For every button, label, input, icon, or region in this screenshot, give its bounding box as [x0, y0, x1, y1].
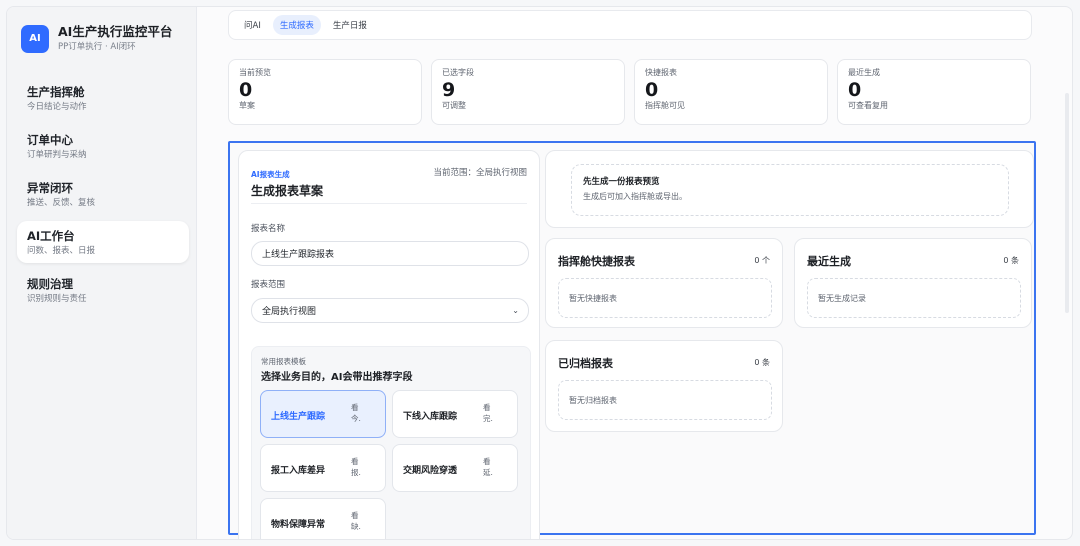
sidebar-item-orders[interactable]: 订单中心 订单研判与采纳	[17, 125, 189, 167]
preview-subtitle: 生成后可加入指挥舱或导出。	[583, 192, 687, 201]
sidebar-item-command-center[interactable]: 生产指挥舱 今日结论与动作	[17, 77, 189, 119]
report-range-select[interactable]: 全局执行视图 ⌄	[251, 298, 529, 323]
template-name: 物料保障异常	[271, 520, 326, 530]
recent-report-empty: 暂无生成记录	[807, 278, 1021, 318]
template-hint: 看今.	[351, 403, 361, 423]
brand: AI AI生产执行监控平台 PP订单执行 · AI闭环	[21, 24, 172, 53]
template-hint: 看完.	[483, 403, 493, 423]
main-content: 问AI 生成报表 生产日报 当前预览 0 草案 已选字段 9 可调整 快捷报表 …	[197, 7, 1072, 539]
template-material-exception[interactable]: 物料保障异常 看缺.	[260, 498, 386, 539]
sidebar-item-rules[interactable]: 规则治理 识别规则与责任	[17, 269, 189, 311]
stat-label: 当前预览	[239, 68, 271, 77]
tab-bar: 问AI 生成报表 生产日报	[228, 10, 1032, 40]
sidebar-item-label: 规则治理	[27, 277, 73, 291]
stat-card-recent: 最近生成 0 可查看复用	[837, 59, 1031, 125]
report-name-label: 报表名称	[251, 224, 286, 234]
chevron-down-icon: ⌄	[512, 306, 519, 315]
template-title: 选择业务目的，AI会带出推荐字段	[261, 372, 413, 383]
scrollbar[interactable]	[1065, 93, 1069, 313]
sidebar-item-label: 异常闭环	[27, 181, 73, 195]
brand-subtitle: PP订单执行 · AI闭环	[58, 42, 136, 52]
archived-report-empty: 暂无归档报表	[558, 380, 772, 420]
recent-report-count: 0 条	[1003, 256, 1019, 265]
sidebar-item-sub: 今日结论与动作	[27, 102, 87, 112]
template-name: 下线入库跟踪	[403, 412, 458, 422]
report-name-input[interactable]: 上线生产跟踪报表	[251, 241, 529, 266]
sidebar: AI AI生产执行监控平台 PP订单执行 · AI闭环 生产指挥舱 今日结论与动…	[7, 7, 197, 539]
template-offline-tracking[interactable]: 下线入库跟踪 看完.	[392, 390, 518, 438]
stat-label: 快捷报表	[645, 68, 677, 77]
brand-logo: AI	[21, 24, 49, 53]
divider	[251, 203, 527, 204]
template-name: 上线生产跟踪	[271, 412, 326, 422]
archived-report-card: 已归档报表 0 条 暂无归档报表	[545, 340, 783, 432]
stat-note: 可调整	[442, 101, 466, 110]
template-delivery-risk[interactable]: 交期风险穿透 看延.	[392, 444, 518, 492]
stat-value: 0	[848, 79, 862, 101]
stat-note: 指挥舱可见	[645, 101, 685, 110]
brand-title: AI生产执行监控平台	[58, 24, 173, 39]
stat-note: 草案	[239, 101, 255, 110]
template-online-tracking[interactable]: 上线生产跟踪 看今.	[260, 390, 386, 438]
preview-placeholder: 先生成一份报表预览 生成后可加入指挥舱或导出。	[571, 164, 1009, 216]
archived-report-title: 已归档报表	[558, 357, 613, 370]
report-range-value: 全局执行视图	[262, 307, 317, 317]
template-name: 报工入库差异	[271, 466, 326, 476]
template-hint: 看缺.	[351, 511, 361, 531]
app-window: AI AI生产执行监控平台 PP订单执行 · AI闭环 生产指挥舱 今日结论与动…	[6, 6, 1073, 540]
tab-ask-ai[interactable]: 问AI	[237, 15, 268, 35]
quick-report-title: 指挥舱快捷报表	[558, 255, 635, 268]
template-hint: 看报.	[351, 457, 361, 477]
form-title: 生成报表草案	[251, 184, 324, 198]
sidebar-item-label: AI工作台	[27, 229, 75, 243]
stats-row: 当前预览 0 草案 已选字段 9 可调整 快捷报表 0 指挥舱可见 最近生成 0…	[228, 59, 1032, 125]
archived-report-count: 0 条	[754, 358, 770, 367]
sidebar-item-label: 订单中心	[27, 133, 73, 147]
preview-title: 先生成一份报表预览	[583, 177, 660, 187]
recent-report-card: 最近生成 0 条 暂无生成记录	[794, 238, 1032, 328]
stat-value: 0	[239, 79, 253, 101]
template-kicker: 常用报表模板	[261, 357, 306, 366]
tab-daily-report[interactable]: 生产日报	[326, 15, 374, 35]
report-range-label: 报表范围	[251, 280, 286, 290]
tab-generate-report[interactable]: 生成报表	[272, 15, 321, 35]
stat-value: 9	[442, 79, 456, 101]
preview-card: 先生成一份报表预览 生成后可加入指挥舱或导出。	[545, 150, 1034, 228]
stat-value: 0	[645, 79, 659, 101]
report-form-card: AI报表生成 当前范围：全局执行视图 生成报表草案 报表名称 上线生产跟踪报表 …	[238, 150, 540, 539]
template-name: 交期风险穿透	[403, 466, 458, 476]
sidebar-item-sub: 问数、报表、日报	[27, 246, 96, 256]
form-scope: 当前范围：全局执行视图	[433, 168, 527, 178]
sidebar-item-exceptions[interactable]: 异常闭环 推送、反馈、复核	[17, 173, 189, 215]
stat-note: 可查看复用	[848, 101, 888, 110]
quick-report-card: 指挥舱快捷报表 0 个 暂无快捷报表	[545, 238, 783, 328]
template-hint: 看延.	[483, 457, 493, 477]
stat-card-quick-reports: 快捷报表 0 指挥舱可见	[634, 59, 828, 125]
form-kicker: AI报表生成	[251, 170, 290, 179]
sidebar-item-sub: 识别规则与责任	[27, 294, 87, 304]
sidebar-item-sub: 推送、反馈、复核	[27, 198, 96, 208]
stat-label: 已选字段	[442, 68, 474, 77]
sidebar-nav: 生产指挥舱 今日结论与动作 订单中心 订单研判与采纳 异常闭环 推送、反馈、复核…	[17, 77, 189, 317]
sidebar-item-ai-workbench[interactable]: AI工作台 问数、报表、日报	[17, 221, 189, 263]
template-report-diff[interactable]: 报工入库差异 看报.	[260, 444, 386, 492]
quick-report-empty: 暂无快捷报表	[558, 278, 772, 318]
sidebar-item-sub: 订单研判与采纳	[27, 150, 87, 160]
sidebar-item-label: 生产指挥舱	[27, 85, 85, 99]
quick-report-count: 0 个	[754, 256, 770, 265]
report-workspace: AI报表生成 当前范围：全局执行视图 生成报表草案 报表名称 上线生产跟踪报表 …	[228, 141, 1036, 539]
recent-report-title: 最近生成	[807, 255, 851, 268]
stat-card-fields: 已选字段 9 可调整	[431, 59, 625, 125]
stat-label: 最近生成	[848, 68, 880, 77]
stat-card-preview: 当前预览 0 草案	[228, 59, 422, 125]
template-panel: 常用报表模板 选择业务目的，AI会带出推荐字段 上线生产跟踪 看今. 下线入库跟…	[251, 346, 531, 539]
report-name-value: 上线生产跟踪报表	[262, 250, 335, 260]
